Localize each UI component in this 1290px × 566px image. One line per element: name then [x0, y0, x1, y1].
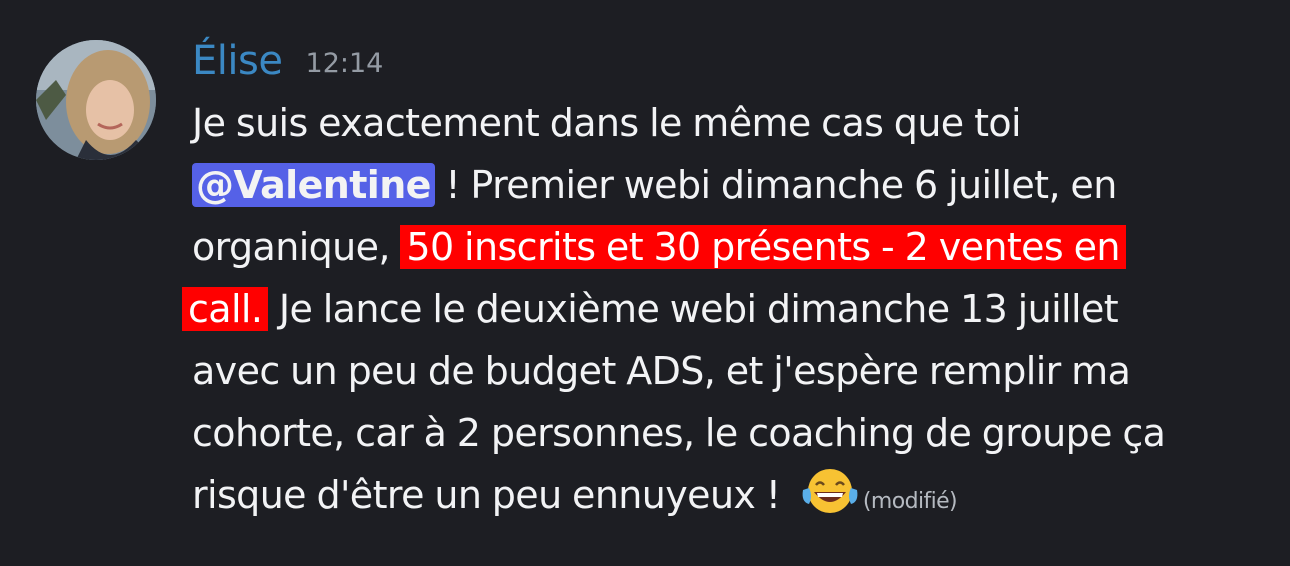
user-avatar[interactable] — [36, 40, 156, 160]
face-with-tears-of-joy-icon[interactable] — [799, 466, 861, 516]
message-text: risque d'être un peu ennuyeux ! — [192, 473, 791, 517]
user-mention[interactable]: @Valentine — [192, 163, 435, 207]
message-line: cohorte, car à 2 personnes, le coaching … — [192, 411, 1166, 455]
highlighted-text: 50 inscrits et 30 présents - 2 ventes en — [400, 225, 1126, 269]
message-line: call. Je lance le deuxième webi dimanche… — [182, 278, 1272, 340]
message-header: Élise 12:14 — [192, 38, 383, 84]
author-name[interactable]: Élise — [192, 38, 283, 84]
message-line: risque d'être un peu ennuyeux ! (modifié… — [192, 464, 1272, 533]
avatar-photo — [36, 40, 156, 160]
message-text: ! Premier webi dimanche 6 juillet, en — [434, 163, 1117, 207]
edited-indicator: (modifié) — [862, 489, 958, 514]
chat-message: Élise 12:14 Je suis exactement dans le m… — [0, 0, 1290, 566]
message-line: @Valentine ! Premier webi dimanche 6 jui… — [192, 154, 1272, 216]
message-body: Je suis exactement dans le même cas que … — [182, 92, 1272, 533]
message-line: organique, 50 inscrits et 30 présents - … — [192, 216, 1272, 278]
message-text: Je lance le deuxième webi dimanche 13 ju… — [268, 287, 1119, 331]
message-line: Je suis exactement dans le même cas que … — [192, 101, 1022, 145]
message-timestamp: 12:14 — [305, 48, 384, 79]
highlighted-text: call. — [182, 287, 269, 331]
message-text: organique, — [192, 225, 401, 269]
message-line: avec un peu de budget ADS, et j'espère r… — [192, 349, 1131, 393]
